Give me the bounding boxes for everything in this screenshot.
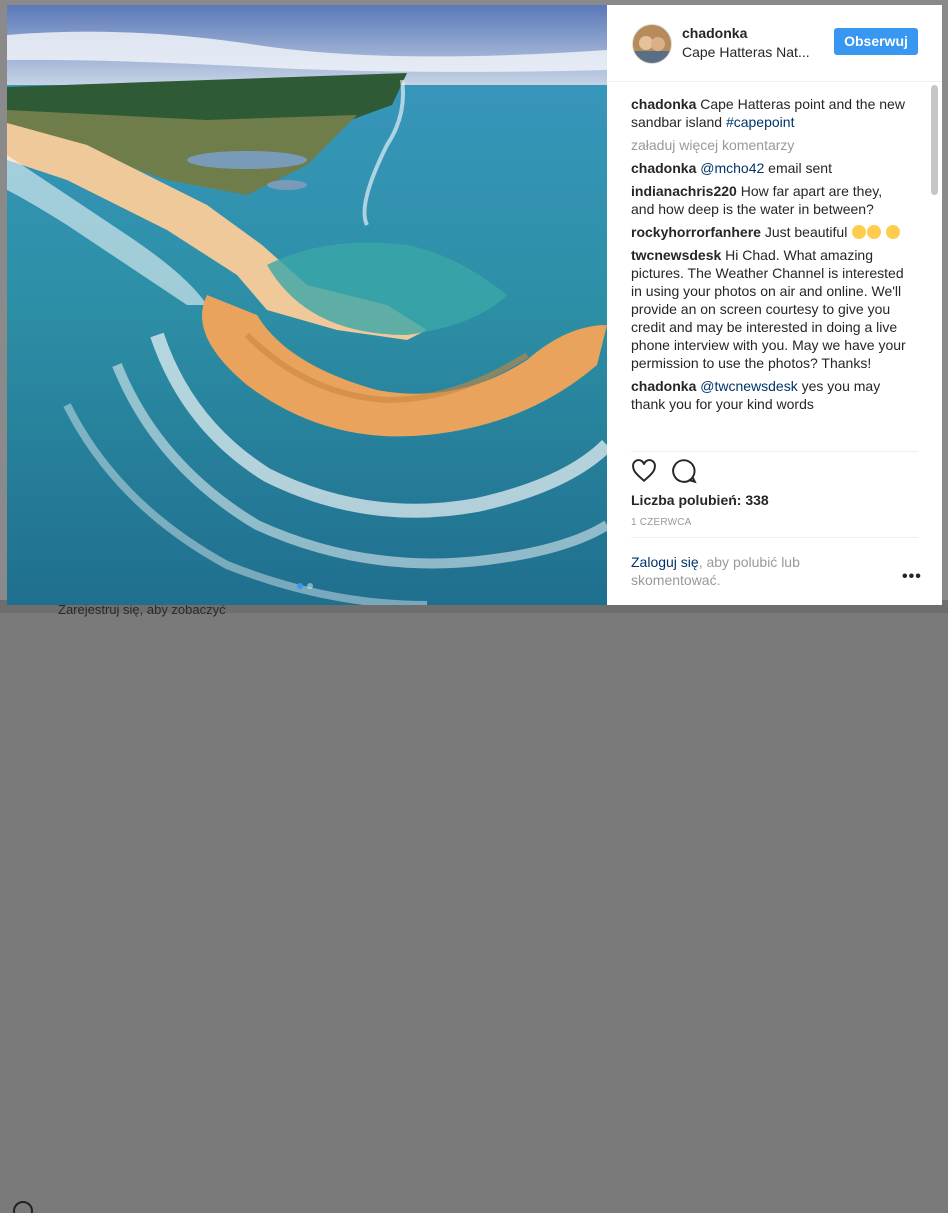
comment-mention[interactable]: @twcnewsdesk [700, 378, 797, 394]
load-more-comments[interactable]: załaduj więcej komentarzy [631, 136, 906, 154]
caption: chadonka Cape Hatteras point and the new… [631, 95, 906, 131]
post-sidebar: chadonka Cape Hatteras Nat... Obserwuj c… [607, 5, 942, 605]
comment: chadonka @twcnewsdesk yes you may thank … [631, 377, 906, 413]
likes-count[interactable]: Liczba polubień: 338 [631, 492, 769, 508]
post-header: chadonka Cape Hatteras Nat... Obserwuj [607, 5, 942, 82]
caption-hashtag[interactable]: #capepoint [726, 114, 795, 130]
heart-eyes-emoji-icon [867, 225, 882, 239]
divider [631, 451, 918, 452]
comment-username[interactable]: chadonka [631, 160, 696, 176]
comment-text: email sent [768, 160, 832, 176]
comment-mention[interactable]: @mcho42 [700, 160, 764, 176]
comment-text: Hi Chad. What amazing pictures. The Weat… [631, 247, 906, 371]
avatar[interactable] [632, 24, 672, 64]
post-modal: chadonka Cape Hatteras Nat... Obserwuj c… [7, 5, 942, 605]
heart-icon[interactable] [631, 458, 657, 484]
comment: rockyhorrorfanhere Just beautiful [631, 223, 906, 241]
carousel-indicator [297, 583, 313, 589]
aerial-beach-image [7, 5, 607, 605]
carousel-dot[interactable] [307, 583, 313, 589]
sunglasses-emoji-icon [886, 225, 901, 239]
comment-username[interactable]: indianachris220 [631, 183, 737, 199]
comments-scrollbar[interactable] [931, 85, 938, 195]
user-icon [13, 1201, 33, 1213]
follow-button[interactable]: Obserwuj [834, 28, 918, 55]
username[interactable]: chadonka [682, 25, 747, 41]
login-prompt: Zaloguj się, aby polubić lub skomentować… [631, 553, 871, 589]
heart-eyes-emoji-icon [852, 225, 867, 239]
comment: chadonka @mcho42 email sent [631, 159, 906, 177]
comment-username[interactable]: twcnewsdesk [631, 247, 721, 263]
divider [631, 537, 918, 538]
post-date: 1 CZERWCA [631, 517, 692, 528]
comment-icon[interactable] [671, 458, 697, 484]
avatar-image [633, 25, 671, 63]
comments-list: chadonka Cape Hatteras point and the new… [631, 95, 906, 450]
comment-username[interactable]: rockyhorrorfanhere [631, 224, 761, 240]
comment-username[interactable]: chadonka [631, 378, 696, 394]
caption-username[interactable]: chadonka [631, 96, 696, 112]
location-link[interactable]: Cape Hatteras Nat... [682, 44, 842, 60]
comment-text: Just beautiful [764, 224, 848, 240]
comment: twcnewsdesk Hi Chad. What amazing pictur… [631, 246, 906, 372]
more-options-icon[interactable]: ••• [902, 568, 922, 586]
carousel-dot-active[interactable] [297, 583, 303, 589]
post-photo[interactable] [7, 5, 607, 605]
comment: indianachris220 How far apart are they, … [631, 182, 906, 218]
login-link[interactable]: Zaloguj się [631, 554, 699, 570]
